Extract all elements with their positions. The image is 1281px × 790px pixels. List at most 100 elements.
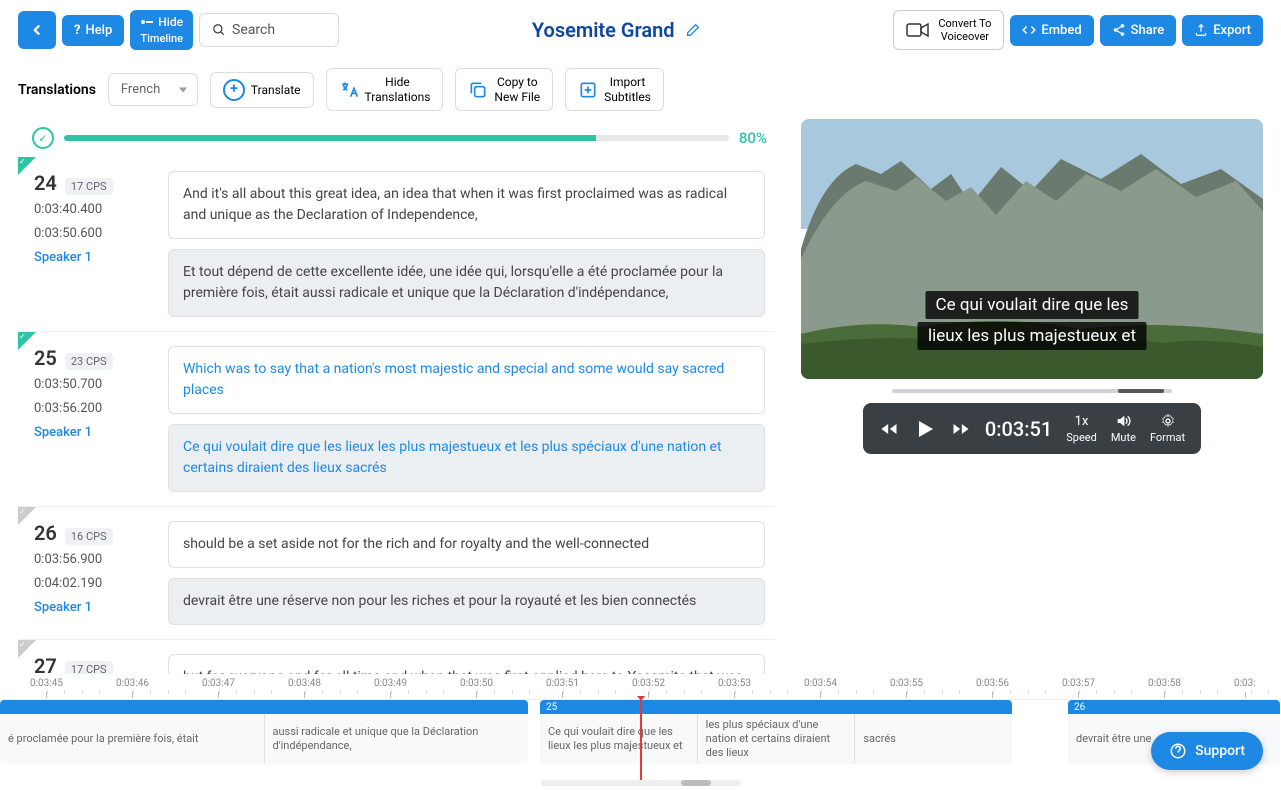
- translation-text[interactable]: Et tout dépend de cette excellente idée,…: [168, 249, 765, 317]
- ruler-tick: 0:03:: [1234, 678, 1256, 689]
- share-button[interactable]: Share: [1100, 15, 1177, 46]
- ruler-tick: 0:03:58: [1148, 678, 1181, 689]
- clip-header: 26: [1068, 700, 1280, 714]
- clip-cell: Ce qui voulait dire que les lieux les pl…: [540, 714, 698, 764]
- clip-cell: aussi radicale et unique que la Déclarat…: [265, 714, 529, 764]
- format-button[interactable]: Format: [1150, 413, 1185, 444]
- clip-cell: les plus spéciaux d'une nation et certai…: [698, 714, 856, 764]
- progress-percent: 80%: [739, 129, 767, 147]
- subtitle-number: 25: [34, 346, 57, 370]
- help-button[interactable]: ? Help: [62, 15, 124, 46]
- progress-bar[interactable]: [64, 135, 729, 141]
- timeline[interactable]: 0:03:450:03:460:03:470:03:480:03:490:03:…: [0, 674, 1281, 790]
- language-select[interactable]: French: [108, 73, 198, 106]
- ruler-tick: 0:03:53: [718, 678, 751, 689]
- subtitle-end-time: 0:04:02.190: [34, 575, 154, 593]
- player-time: 0:03:51: [985, 417, 1052, 441]
- subtitle-number: 26: [34, 521, 57, 545]
- embed-button[interactable]: Embed: [1010, 15, 1093, 46]
- progress-row: ✓ 80%: [18, 119, 781, 157]
- mute-button[interactable]: Mute: [1111, 413, 1136, 444]
- original-text[interactable]: should be a set aside not for the rich a…: [168, 521, 765, 568]
- page-title: Yosemite Grand: [532, 18, 675, 42]
- video-preview[interactable]: Ce qui voulait dire que les lieux les pl…: [801, 119, 1263, 379]
- timeline-scrollbar[interactable]: [541, 780, 741, 786]
- subtitle-item[interactable]: 26 16 CPS 0:03:56.900 0:04:02.190 Speaker 1 s…: [18, 507, 775, 640]
- subtitle-end-time: 0:03:56.200: [34, 400, 154, 418]
- translate-button[interactable]: + Translate: [210, 72, 314, 108]
- playhead[interactable]: [640, 700, 642, 780]
- clip-cell: é proclamée pour la première fois, était: [0, 714, 265, 764]
- code-icon: [1022, 23, 1036, 37]
- rewind-button[interactable]: [879, 419, 899, 439]
- player-controls: 0:03:51 1xSpeed Mute Format: [863, 403, 1201, 454]
- original-text[interactable]: Which was to say that a nation's most ma…: [168, 346, 765, 414]
- ruler-tick: 0:03:57: [1062, 678, 1095, 689]
- copy-to-new-file-button[interactable]: Copy toNew File: [455, 68, 553, 111]
- subtitle-speaker: Speaker 1: [34, 425, 154, 440]
- play-button[interactable]: [913, 417, 937, 441]
- check-circle-icon: ✓: [32, 127, 54, 149]
- subtitle-speaker: Speaker 1: [34, 600, 154, 615]
- ruler-tick: 0:03:51: [546, 678, 579, 689]
- subtitle-start-time: 0:03:56.900: [34, 551, 154, 569]
- search-icon: [212, 23, 226, 37]
- cps-badge: 17 CPS: [65, 178, 113, 195]
- gear-icon: [1160, 413, 1176, 429]
- translation-text[interactable]: Ce qui voulait dire que les lieux les pl…: [168, 424, 765, 492]
- ruler-tick: 0:03:54: [804, 678, 837, 689]
- status-corner-icon: [18, 640, 36, 658]
- support-icon: [1169, 742, 1187, 760]
- clip-header: [0, 700, 528, 714]
- subtitle-speaker: Speaker 1: [34, 250, 154, 265]
- edit-icon[interactable]: [685, 22, 701, 38]
- subtitle-start-time: 0:03:40.400: [34, 201, 154, 219]
- subtitle-item[interactable]: 2417 CPS0:03:40.4000:03:50.600Speaker 1A…: [18, 157, 775, 332]
- search-placeholder: Search: [232, 22, 275, 38]
- ruler-tick: 0:03:56: [976, 678, 1009, 689]
- timeline-icon: [140, 17, 154, 27]
- status-corner-icon: [18, 332, 36, 350]
- original-text[interactable]: And it's all about this great idea, an i…: [168, 171, 765, 239]
- hide-translations-button[interactable]: HideTranslations: [326, 68, 444, 111]
- clip-cell: sacrés: [855, 714, 1012, 764]
- export-icon: [1194, 23, 1208, 37]
- status-corner-icon: [18, 157, 36, 175]
- clip-header: 25: [540, 700, 1012, 714]
- translations-label: Translations: [18, 82, 96, 98]
- cps-badge: 23 CPS: [65, 353, 113, 370]
- copy-icon: [468, 80, 488, 100]
- subtitle-list[interactable]: 2417 CPS0:03:40.4000:03:50.600Speaker 1A…: [18, 157, 781, 679]
- plus-icon: +: [223, 79, 245, 101]
- subtitle-meta: 2417 CPS0:03:40.4000:03:50.600Speaker 1: [34, 171, 154, 317]
- forward-button[interactable]: [951, 419, 971, 439]
- timeline-clip[interactable]: é proclamée pour la première fois, était…: [0, 700, 528, 764]
- cps-badge: 16 CPS: [65, 528, 113, 545]
- help-label: Help: [85, 23, 112, 38]
- translation-text[interactable]: devrait être une réserve non pour les ri…: [168, 578, 765, 625]
- subtitle-item[interactable]: 25 23 CPS 0:03:50.700 0:03:56.200 Speaker 1 W…: [18, 332, 775, 507]
- convert-voiceover-button[interactable]: Convert ToVoiceover: [893, 10, 1004, 50]
- ruler-tick: 0:03:49: [374, 678, 407, 689]
- search-input[interactable]: Search: [199, 13, 339, 47]
- hide-timeline-button[interactable]: Hide Timeline: [130, 10, 193, 50]
- ruler-tick: 0:03:50: [460, 678, 493, 689]
- scrub-bar[interactable]: [892, 389, 1172, 393]
- subtitle-start-time: 0:03:50.700: [34, 376, 154, 394]
- import-icon: [578, 80, 598, 100]
- import-subtitles-button[interactable]: ImportSubtitles: [565, 68, 664, 111]
- subtitle-meta: 25 23 CPS 0:03:50.700 0:03:56.200 Speaker 1: [34, 346, 154, 492]
- ruler-tick: 0:03:52: [632, 678, 665, 689]
- export-button[interactable]: Export: [1182, 15, 1263, 46]
- arrow-left-icon: [28, 21, 46, 39]
- status-corner-icon: [18, 507, 36, 525]
- question-icon: ?: [74, 23, 80, 38]
- subtitle-end-time: 0:03:50.600: [34, 225, 154, 243]
- speed-button[interactable]: 1xSpeed: [1066, 414, 1097, 444]
- support-button[interactable]: Support: [1151, 732, 1263, 770]
- ruler-tick: 0:03:55: [890, 678, 923, 689]
- camera-icon: [906, 21, 930, 39]
- timeline-clip[interactable]: 25Ce qui voulait dire que les lieux les …: [540, 700, 1012, 764]
- back-button[interactable]: [18, 11, 56, 49]
- video-caption: Ce qui voulait dire que les lieux les pl…: [917, 290, 1148, 351]
